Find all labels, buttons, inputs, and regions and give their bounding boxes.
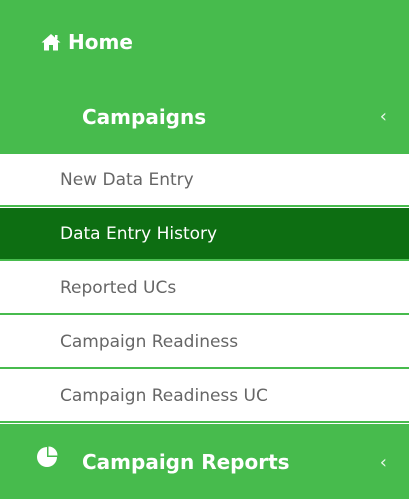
home-icon	[40, 32, 62, 52]
sidebar-nav: Home Campaigns ‹ New Data Entry Data Ent…	[0, 0, 409, 499]
submenu-item-label: Campaign Readiness UC	[60, 386, 268, 406]
submenu-item-label: Reported UCs	[60, 278, 177, 298]
sidebar-item-campaigns[interactable]: Campaigns ‹	[0, 96, 409, 138]
sidebar-item-home-label: Home	[68, 30, 133, 54]
sidebar-item-campaign-reports-label: Campaign Reports	[82, 450, 290, 474]
pie-chart-icon	[36, 446, 58, 472]
submenu-item-label: Data Entry History	[60, 224, 218, 244]
submenu-item-data-entry-history[interactable]: Data Entry History	[0, 208, 409, 261]
campaigns-submenu: New Data Entry Data Entry History Report…	[0, 154, 409, 424]
submenu-item-label: Campaign Readiness	[60, 332, 239, 352]
submenu-item-reported-ucs[interactable]: Reported UCs	[0, 262, 409, 315]
chevron-left-icon: ‹	[379, 106, 387, 127]
submenu-item-new-data-entry[interactable]: New Data Entry	[0, 154, 409, 207]
submenu-item-campaign-readiness[interactable]: Campaign Readiness	[0, 316, 409, 369]
submenu-item-campaign-readiness-uc[interactable]: Campaign Readiness UC	[0, 370, 409, 423]
chevron-left-icon: ‹	[379, 452, 387, 473]
submenu-item-label: New Data Entry	[60, 170, 194, 190]
sidebar-item-campaign-reports[interactable]: Campaign Reports ‹	[0, 424, 409, 499]
sidebar-item-home[interactable]: Home	[40, 24, 133, 60]
sidebar-item-campaigns-label: Campaigns	[82, 105, 207, 129]
sidebar-top-section: Home Campaigns ‹	[0, 0, 409, 154]
